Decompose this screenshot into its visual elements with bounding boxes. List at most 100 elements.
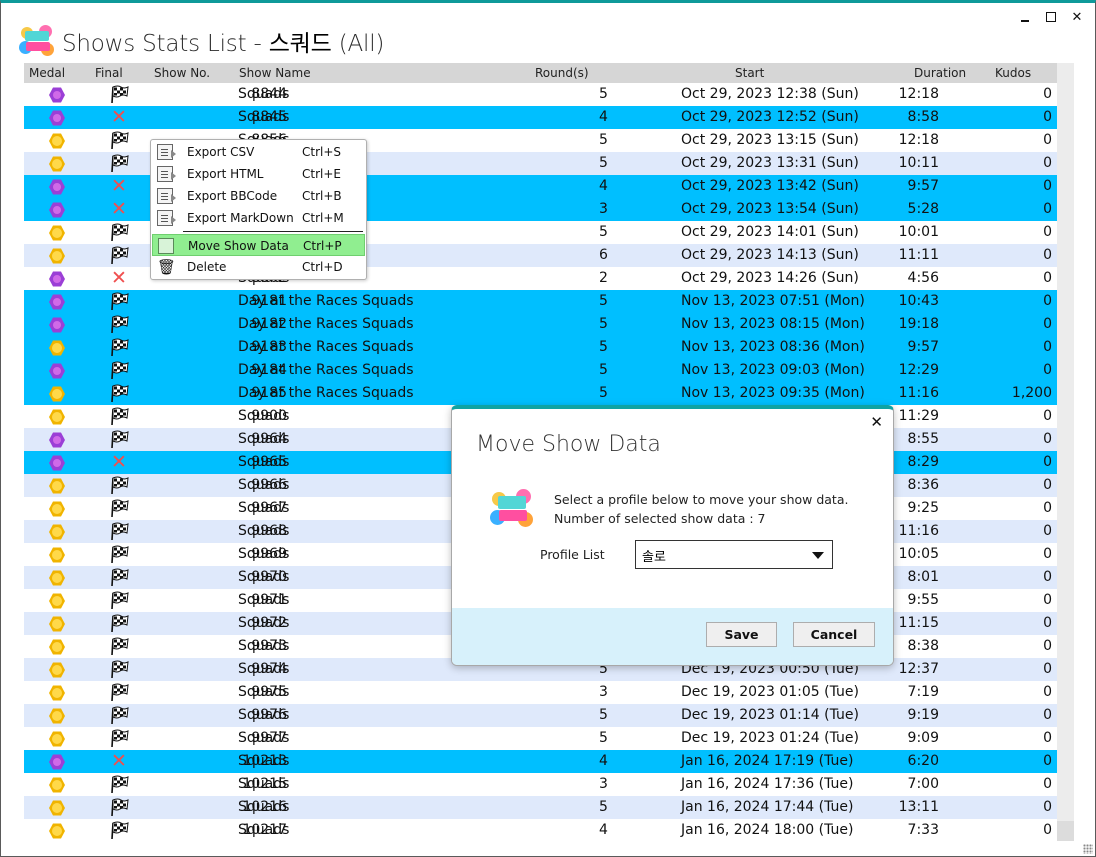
duration: 7:00 bbox=[907, 776, 939, 792]
column-header-medal[interactable]: Medal bbox=[29, 66, 65, 80]
selected-count-text: Number of selected show data : 7 bbox=[554, 511, 766, 526]
rounds-count: 5 bbox=[599, 132, 608, 148]
close-icon: ✕ bbox=[1071, 9, 1083, 25]
gold-medal-icon bbox=[49, 478, 65, 494]
menu-item-shortcut: Ctrl+P bbox=[303, 239, 342, 253]
column-header-final[interactable]: Final bbox=[95, 66, 123, 80]
show-name: Squads bbox=[238, 454, 290, 470]
eliminated-x-icon: ✕ bbox=[111, 106, 127, 128]
table-row[interactable]: 10216 Squads 5 Jan 16, 2024 17:44 (Tue) 13:1… bbox=[24, 796, 1057, 819]
kudos: 0 bbox=[1043, 178, 1052, 194]
profile-select-value: 솔로 bbox=[642, 550, 666, 565]
table-row[interactable]: 10217 Squads 4 Jan 16, 2024 18:00 (Tue) 7:33… bbox=[24, 819, 1057, 842]
start-time: Jan 16, 2024 17:36 (Tue) bbox=[681, 776, 854, 792]
column-header-start[interactable]: Start bbox=[735, 66, 764, 80]
start-time: Jan 16, 2024 17:19 (Tue) bbox=[681, 753, 854, 769]
table-row[interactable]: 9184 Day at the Races Squads 5 Nov 13, 2023… bbox=[24, 359, 1057, 382]
save-button[interactable]: Save bbox=[706, 622, 777, 647]
checkered-flag-icon bbox=[109, 130, 129, 150]
start-time: Oct 29, 2023 13:15 (Sun) bbox=[681, 132, 859, 148]
duration: 7:19 bbox=[907, 684, 939, 700]
duration: 13:11 bbox=[898, 799, 939, 815]
start-time: Jan 16, 2024 18:00 (Tue) bbox=[681, 822, 854, 838]
menu-item-export-csv[interactable]: Export CSV Ctrl+S bbox=[152, 141, 365, 163]
dialog-title: Move Show Data bbox=[476, 432, 661, 457]
table-row[interactable]: 9181 Day at the Races Squads 5 Nov 13, 2023… bbox=[24, 290, 1057, 313]
rounds-count: 5 bbox=[599, 707, 608, 723]
table-row[interactable]: 9977 Squads 5 Dec 19, 2023 01:24 (Tue) 9:09 0 bbox=[24, 727, 1057, 750]
purple-medal-icon bbox=[49, 317, 65, 333]
column-header-duration[interactable]: Duration bbox=[914, 66, 966, 80]
menu-item-label: Export CSV bbox=[187, 145, 255, 159]
gold-medal-icon bbox=[49, 616, 65, 632]
menu-item-export-bbcode[interactable]: Export BBCode Ctrl+B bbox=[152, 185, 365, 207]
purple-medal-icon bbox=[49, 271, 65, 287]
resize-grip-icon[interactable] bbox=[1083, 844, 1093, 854]
window-title: Shows Stats List - 스쿼드 (All) bbox=[62, 31, 385, 57]
checkered-flag-icon bbox=[109, 613, 129, 633]
checkered-flag-icon bbox=[109, 797, 129, 817]
menu-item-export-html[interactable]: Export HTML Ctrl+E bbox=[152, 163, 365, 185]
menu-item-export-markdown[interactable]: Export MarkDown Ctrl+M bbox=[152, 207, 365, 229]
gold-medal-icon bbox=[49, 639, 65, 655]
table-row[interactable]: ✕ 10213 Squads 4 Jan 16, 2024 17:19 (Tue) 6:2… bbox=[24, 750, 1057, 773]
table-row[interactable]: 8844 Squads 5 Oct 29, 2023 12:38 (Sun) 12:18… bbox=[24, 83, 1057, 106]
purple-medal-icon bbox=[49, 432, 65, 448]
duration: 10:01 bbox=[898, 224, 939, 240]
minimize-button[interactable] bbox=[1017, 9, 1033, 25]
table-row[interactable]: 10215 Squads 3 Jan 16, 2024 17:36 (Tue) 7:00… bbox=[24, 773, 1057, 796]
duration: 10:11 bbox=[898, 155, 939, 171]
export-icon bbox=[157, 188, 176, 204]
show-name: Squads bbox=[238, 477, 290, 493]
start-time: Dec 19, 2023 01:14 (Tue) bbox=[681, 707, 859, 723]
gold-medal-icon bbox=[49, 777, 65, 793]
checkered-flag-icon bbox=[109, 820, 129, 840]
kudos: 0 bbox=[1043, 316, 1052, 332]
column-header-show-no[interactable]: Show No. bbox=[154, 66, 210, 80]
purple-medal-icon bbox=[49, 363, 65, 379]
checkered-flag-icon bbox=[109, 383, 129, 403]
kudos: 0 bbox=[1043, 546, 1052, 562]
duration: 9:25 bbox=[907, 500, 939, 516]
table-row[interactable]: 9182 Day at the Races Squads 5 Nov 13, 2023… bbox=[24, 313, 1057, 336]
menu-item-delete[interactable]: 🗑 Delete Ctrl+D bbox=[152, 256, 365, 278]
profile-list-label: Profile List bbox=[540, 547, 605, 562]
kudos: 0 bbox=[1043, 454, 1052, 470]
kudos: 0 bbox=[1043, 339, 1052, 355]
kudos: 0 bbox=[1043, 293, 1052, 309]
gold-medal-icon bbox=[49, 501, 65, 517]
table-row[interactable]: 9183 Day at the Races Squads 5 Nov 13, 2023… bbox=[24, 336, 1057, 359]
show-name: Squads bbox=[238, 500, 290, 516]
table-row[interactable]: 9185 Day at the Races Squads 5 Nov 13, 2023… bbox=[24, 382, 1057, 405]
table-row[interactable]: ✕ 8845 Squads 4 Oct 29, 2023 12:52 (Sun) 8:58… bbox=[24, 106, 1057, 129]
vertical-scrollbar[interactable] bbox=[1057, 63, 1074, 841]
rounds-count: 5 bbox=[599, 224, 608, 240]
checkered-flag-icon bbox=[109, 475, 129, 495]
rounds-count: 5 bbox=[599, 86, 608, 102]
eliminated-x-icon: ✕ bbox=[111, 750, 127, 772]
show-name: Day at the Races Squads bbox=[238, 316, 414, 332]
table-row[interactable]: 9975 Squads 3 Dec 19, 2023 01:05 (Tue) 7:19 0 bbox=[24, 681, 1057, 704]
column-header-kudos[interactable]: Kudos bbox=[995, 66, 1031, 80]
rounds-count: 3 bbox=[599, 684, 608, 700]
duration: 9:09 bbox=[907, 730, 939, 746]
table-row[interactable]: 9976 Squads 5 Dec 19, 2023 01:14 (Tue) 9:19 0 bbox=[24, 704, 1057, 727]
dialog-close-button[interactable]: ✕ bbox=[870, 413, 883, 431]
profile-list-select[interactable]: 솔로 bbox=[635, 540, 833, 569]
column-header-show-name[interactable]: Show Name bbox=[239, 66, 311, 80]
show-name: Squads bbox=[238, 592, 290, 608]
kudos: 0 bbox=[1043, 730, 1052, 746]
checkered-flag-icon bbox=[109, 406, 129, 426]
kudos: 0 bbox=[1043, 201, 1052, 217]
gold-medal-icon bbox=[49, 593, 65, 609]
cancel-button[interactable]: Cancel bbox=[793, 622, 875, 647]
column-header-rounds[interactable]: Round(s) bbox=[535, 66, 589, 80]
close-button[interactable]: ✕ bbox=[1069, 9, 1085, 25]
start-time: Oct 29, 2023 13:42 (Sun) bbox=[681, 178, 859, 194]
kudos: 0 bbox=[1043, 86, 1052, 102]
rounds-count: 4 bbox=[599, 753, 608, 769]
duration: 5:28 bbox=[907, 201, 939, 217]
menu-item-move-show-data[interactable]: Move Show Data Ctrl+P bbox=[152, 234, 365, 256]
maximize-button[interactable] bbox=[1043, 9, 1059, 25]
kudos: 0 bbox=[1043, 224, 1052, 240]
